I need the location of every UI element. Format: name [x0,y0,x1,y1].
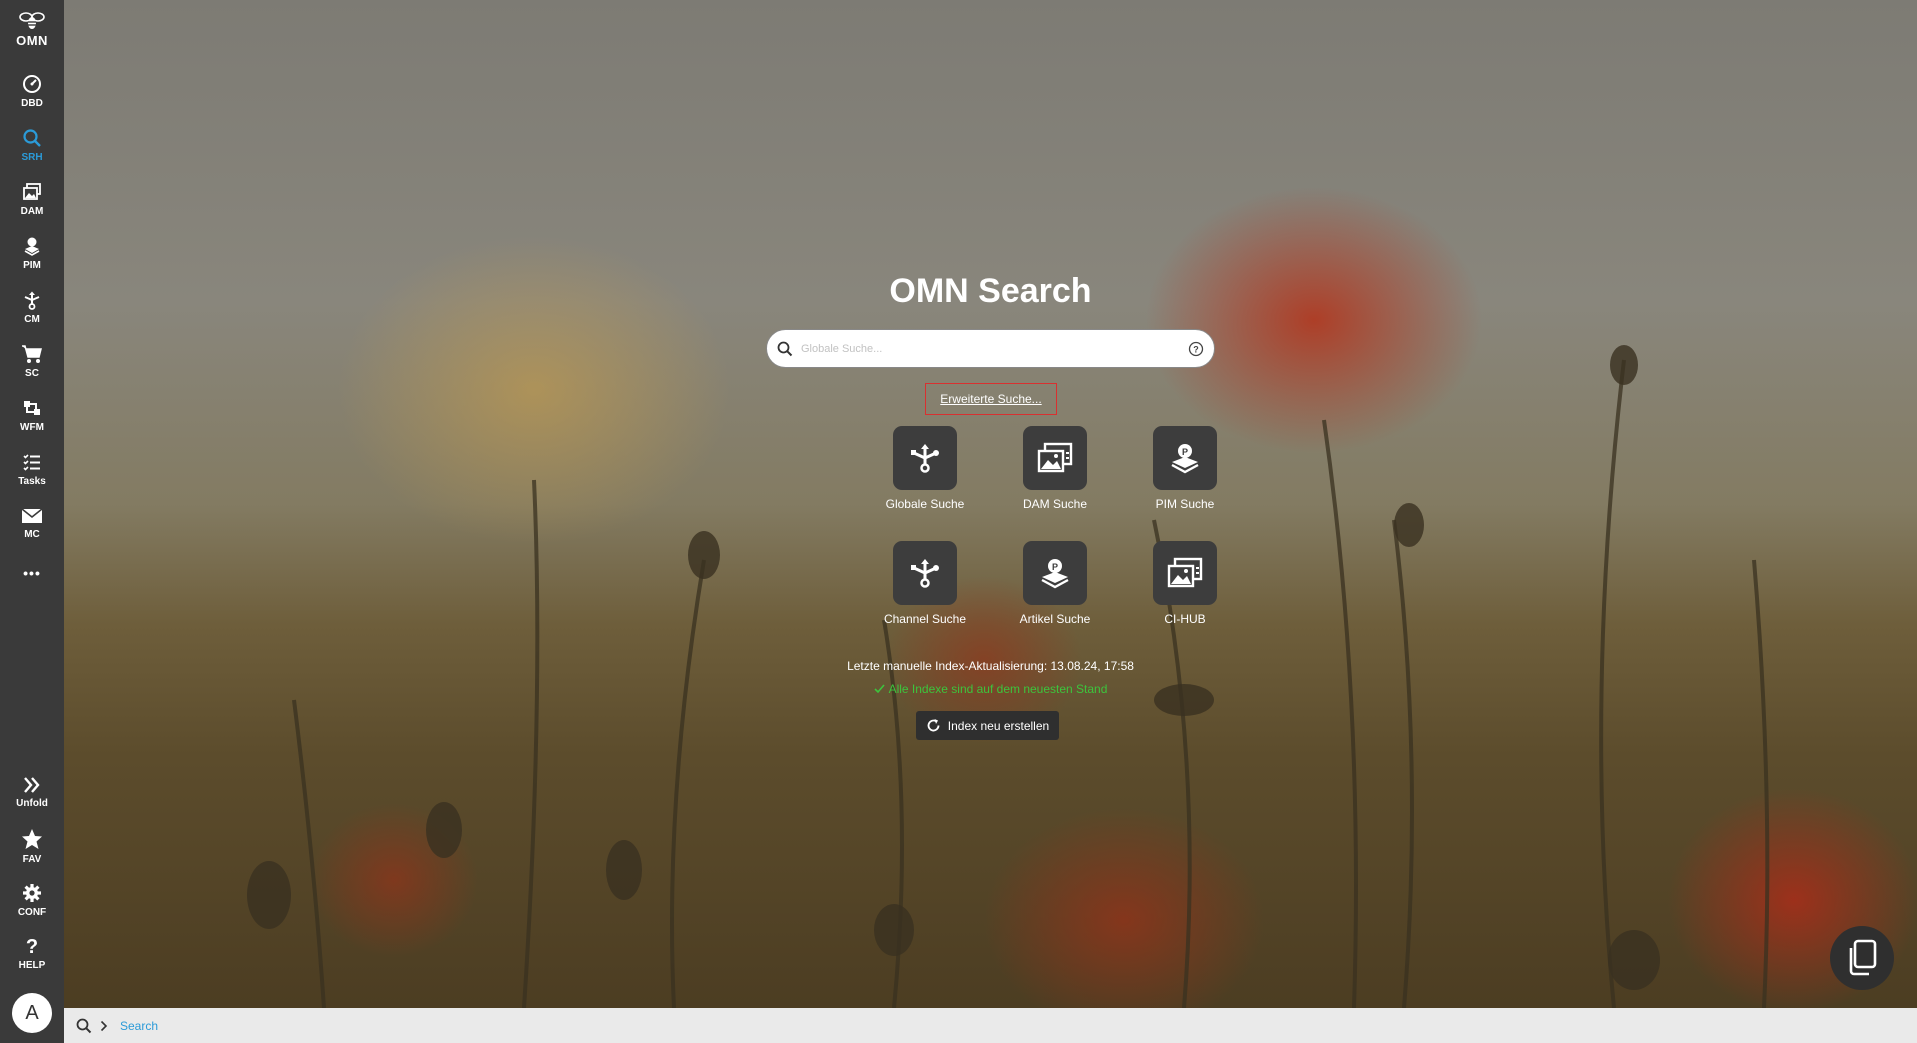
breadcrumb-current[interactable]: Search [120,1019,158,1033]
copy-icon [1849,939,1877,976]
check-icon [874,684,885,694]
sidebar-item-label: MC [24,528,40,540]
rebuild-index-button[interactable]: Index neu erstellen [916,711,1059,740]
sidebar-item-wfm[interactable]: WFM [0,388,64,442]
sidebar-item-label: Unfold [16,797,48,809]
tile-icon-box [893,426,957,490]
sidebar-item-dbd[interactable]: DBD [0,64,64,118]
page-title: OMN Search [889,272,1092,310]
sidebar-item-srh[interactable]: SRH [0,118,64,172]
bee-logo-icon [19,12,45,29]
chevron-right-icon [100,1020,108,1031]
global-search-bar: ? [766,329,1215,368]
sidebar-item-tasks[interactable]: Tasks [0,442,64,496]
sidebar-item-label: WFM [20,421,44,433]
advanced-search-link[interactable]: Erweiterte Suche... [925,383,1057,415]
index-status: Alle Indexe sind auf dem neuesten Stand [64,682,1917,696]
sidebar-item-conf[interactable]: CONF [0,873,64,927]
gear-icon [23,883,41,902]
help-circle-icon[interactable]: ? [1188,341,1204,357]
sidebar-item-dam[interactable]: DAM [0,172,64,226]
workflow-icon [24,400,40,415]
sidebar-item-help[interactable]: ? HELP [0,927,64,981]
tile-icon-box: P [1153,426,1217,490]
logo-text: OMN [16,33,48,48]
sidebar: OMN DBD SRH DAM PIM CM SC WFM Tasks MC •… [0,0,64,1043]
sidebar-item-mc[interactable]: MC [0,496,64,550]
search-icon [23,128,41,147]
tile-label: Artikel Suche [1019,612,1091,626]
pim-icon: P [1171,444,1199,474]
star-icon [22,828,42,849]
tile-channel-suche[interactable]: Channel Suche [870,541,980,626]
cart-icon [22,344,42,363]
sidebar-item-label: SC [25,367,39,379]
refresh-icon [927,719,940,732]
search-icon [777,341,793,356]
tile-label: PIM Suche [1155,497,1215,511]
ci-hub-icon [1167,557,1203,588]
index-last-update: Letzte manuelle Index-Aktualisierung: 13… [847,659,1134,673]
mail-icon [21,507,43,523]
sidebar-item-label: DAM [20,205,44,217]
svg-text:?: ? [1193,344,1199,354]
tile-icon-box [893,541,957,605]
sidebar-item-label: CONF [17,906,47,918]
sidebar-item-cm[interactable]: CM [0,280,64,334]
app-logo[interactable]: OMN [16,10,48,48]
sidebar-item-label: FAV [22,853,42,865]
tile-label: CI-HUB [1164,612,1206,626]
tile-icon-box [1023,426,1087,490]
svg-text:P: P [1052,562,1058,572]
search-icon[interactable] [76,1018,92,1034]
sidebar-item-label: DBD [21,97,43,109]
channel-icon [24,291,40,310]
svg-text:P: P [1182,447,1188,457]
global-search-icon [911,444,939,473]
copy-fab-button[interactable] [1830,926,1894,990]
sidebar-item-label: Tasks [18,475,46,487]
more-icon: ••• [23,565,41,581]
question-icon: ? [25,935,39,958]
sidebar-item-label: PIM [23,259,41,271]
image-gallery-icon [23,182,41,200]
global-search-input[interactable] [801,342,1188,355]
tile-icon-box: P [1023,541,1087,605]
tile-artikel-suche[interactable]: P Artikel Suche [1000,541,1110,626]
channel-icon [911,559,939,588]
main-area: OMN Search ? Erweiterte Suche... Globale… [64,0,1917,1008]
tile-globale-suche[interactable]: Globale Suche [870,426,980,511]
sidebar-item-label: SRH [21,151,43,163]
avatar[interactable]: A [12,993,52,1033]
tasks-icon [23,453,40,471]
tile-label: Globale Suche [885,497,965,511]
double-chevron-right-icon [24,776,40,793]
sidebar-item-label: CM [24,313,40,325]
sidebar-item-sc[interactable]: SC [0,334,64,388]
sidebar-more[interactable]: ••• [0,550,64,596]
tile-icon-box [1153,541,1217,605]
dam-icon [1037,442,1073,473]
tile-pim-suche[interactable]: P PIM Suche [1130,426,1240,511]
sidebar-item-unfold[interactable]: Unfold [0,765,64,819]
tile-dam-suche[interactable]: DAM Suche [1000,426,1110,511]
dashboard-icon [23,74,41,93]
rebuild-index-label: Index neu erstellen [947,718,1050,733]
tile-ci-hub[interactable]: CI-HUB [1130,541,1240,626]
index-status-text: Alle Indexe sind auf dem neuesten Stand [888,682,1108,696]
breadcrumb: Search [64,1008,1917,1043]
sidebar-item-label: HELP [18,959,46,971]
article-icon: P [1041,559,1069,589]
sidebar-item-pim[interactable]: PIM [0,226,64,280]
sidebar-item-fav[interactable]: FAV [0,819,64,873]
pim-icon [24,237,40,256]
tile-label: Channel Suche [883,612,967,626]
tile-label: DAM Suche [1022,497,1088,511]
